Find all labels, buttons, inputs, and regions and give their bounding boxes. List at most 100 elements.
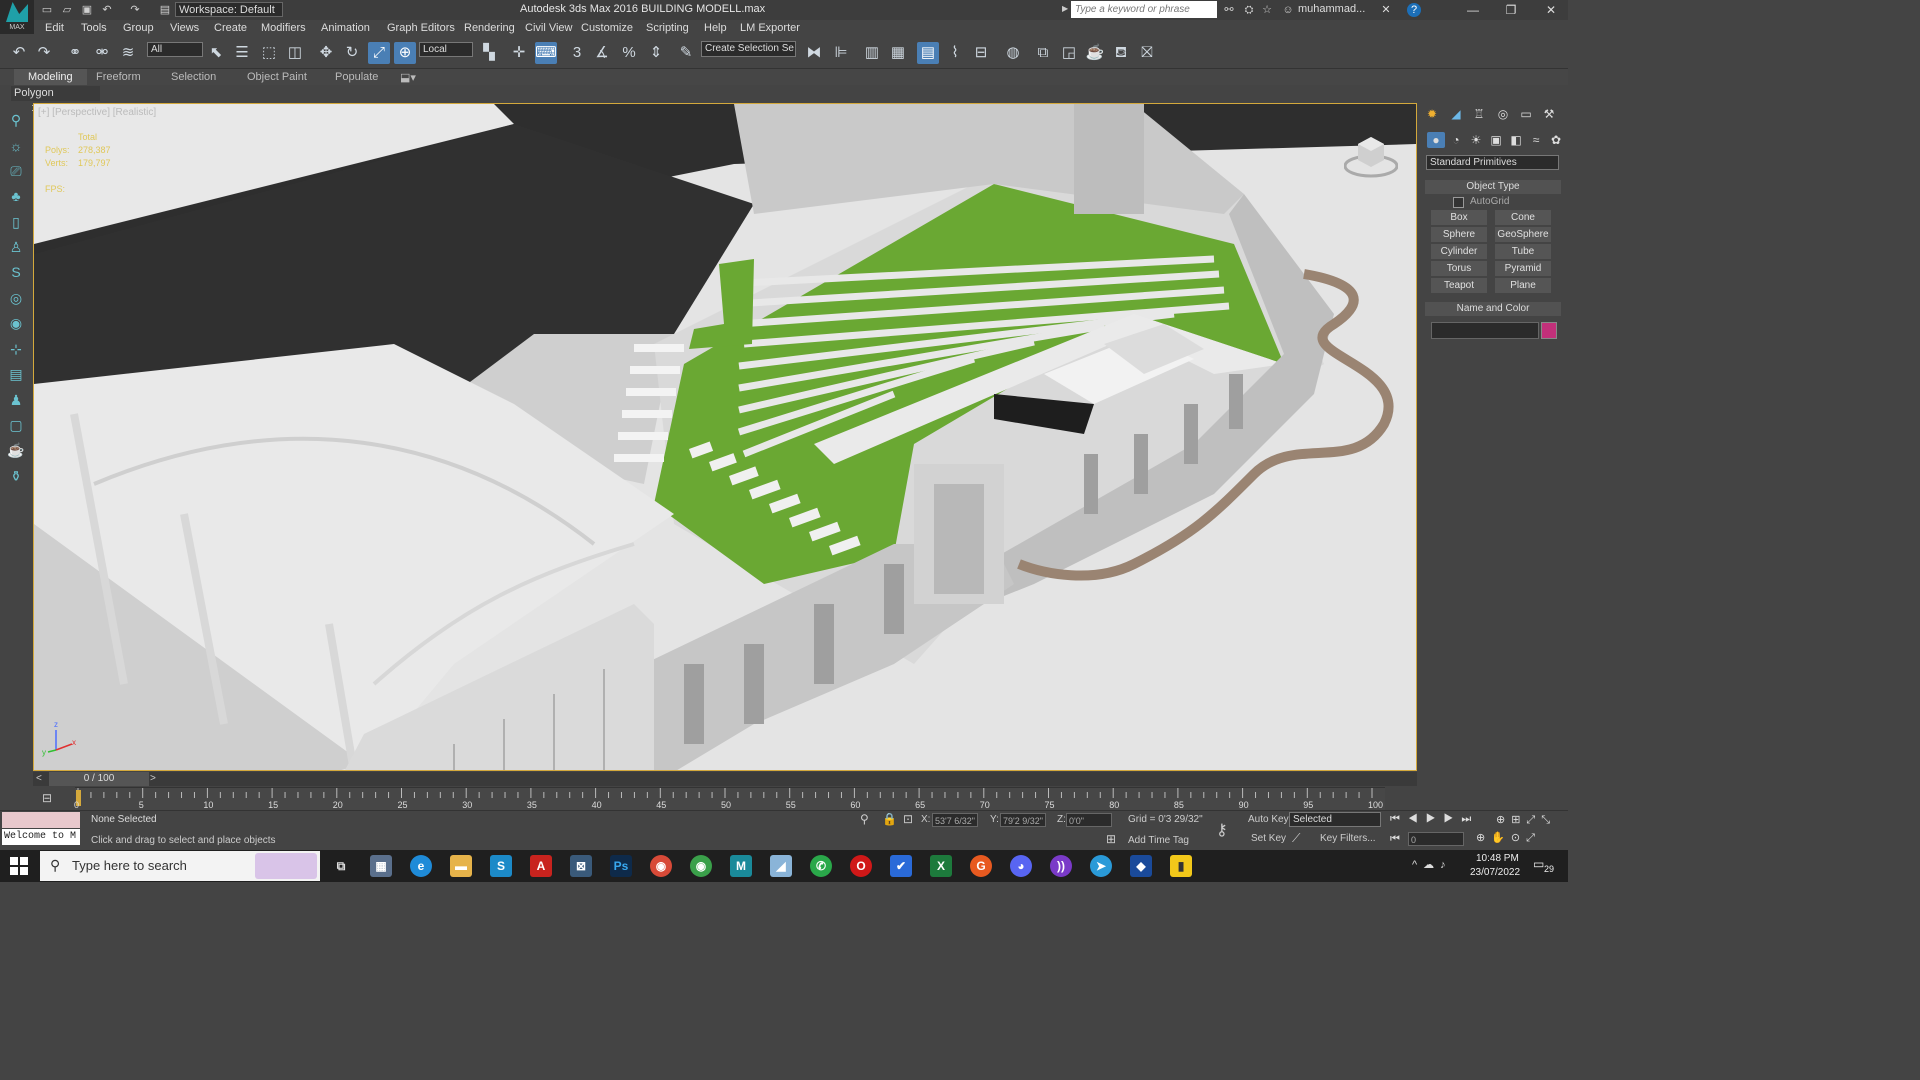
time-tag-icon[interactable]: ⊞ bbox=[1106, 832, 1116, 846]
search-expand-icon[interactable]: ▶ bbox=[1062, 4, 1068, 13]
workspace-dropdown[interactable]: Workspace: Default bbox=[175, 2, 283, 17]
pivot-center-icon[interactable]: ▚ bbox=[478, 42, 500, 64]
sun-light-icon[interactable]: ☼ bbox=[5, 136, 27, 156]
key-filters-button[interactable]: Key Filters... bbox=[1320, 833, 1376, 844]
menu-rendering[interactable]: Rendering bbox=[464, 22, 515, 34]
light-bulb-icon[interactable]: ⚲ bbox=[5, 110, 27, 130]
select-object-icon[interactable]: ⬉ bbox=[205, 42, 227, 64]
cylinder-button[interactable]: Cylinder bbox=[1431, 244, 1487, 259]
manipulate-icon[interactable]: ✛ bbox=[508, 42, 530, 64]
calculator-icon[interactable]: ▦ bbox=[370, 855, 392, 877]
undo-icon[interactable]: ↶ bbox=[8, 42, 30, 64]
exchange-icon[interactable]: ✕ bbox=[1379, 3, 1393, 17]
opera-icon[interactable]: O bbox=[850, 855, 872, 877]
curve-editor-icon[interactable]: ⌇ bbox=[944, 42, 966, 64]
helpers-icon[interactable]: ◧ bbox=[1507, 132, 1525, 148]
sphere-button[interactable]: Sphere bbox=[1431, 227, 1487, 242]
open-file-icon[interactable]: ▱ bbox=[60, 3, 74, 17]
plane-button[interactable]: Plane bbox=[1495, 278, 1551, 293]
modify-tab-icon[interactable]: ◢ bbox=[1447, 106, 1465, 122]
viewport-nav-icons[interactable]: ⊕✋⊙⤢ bbox=[1476, 831, 1541, 845]
named-selection-sets-dropdown[interactable]: Create Selection Se bbox=[701, 41, 796, 57]
hierarchy-tab-icon[interactable]: ♖ bbox=[1470, 106, 1488, 122]
whatsapp-icon[interactable]: ✆ bbox=[810, 855, 832, 877]
time-next-icon[interactable]: > bbox=[150, 773, 156, 784]
sticky-notes-icon[interactable]: ▮ bbox=[1170, 855, 1192, 877]
file-explorer-icon[interactable]: ▬ bbox=[450, 855, 472, 877]
geometry-icon[interactable]: ● bbox=[1427, 132, 1445, 148]
menu-group[interactable]: Group bbox=[123, 22, 154, 34]
reference-coord-dropdown[interactable]: Local bbox=[419, 42, 473, 57]
set-key-button[interactable]: Set Key bbox=[1251, 833, 1286, 844]
telegram-icon[interactable]: ➤ bbox=[1090, 855, 1112, 877]
undo-quick-icon[interactable]: ↶ bbox=[100, 3, 114, 17]
grammarly-icon[interactable]: G bbox=[970, 855, 992, 877]
render-setup-icon[interactable]: ⧉ bbox=[1032, 42, 1054, 64]
user-account-name[interactable]: muhammad... bbox=[1298, 3, 1365, 15]
menu-customize[interactable]: Customize bbox=[581, 22, 633, 34]
chrome-profile-icon[interactable]: ◉ bbox=[690, 855, 712, 877]
redo-quick-icon[interactable]: ↷ bbox=[128, 3, 142, 17]
save-file-icon[interactable]: ▣ bbox=[80, 3, 94, 17]
lights-icon[interactable]: ☀ bbox=[1467, 132, 1485, 148]
cameras-icon[interactable]: ▣ bbox=[1487, 132, 1505, 148]
torus-button[interactable]: Torus bbox=[1431, 261, 1487, 276]
align-icon[interactable]: ⊫ bbox=[830, 42, 852, 64]
time-prev-icon[interactable]: < bbox=[36, 773, 42, 784]
tube-button[interactable]: Tube bbox=[1495, 244, 1551, 259]
close-window-button[interactable]: ✕ bbox=[1528, 0, 1574, 20]
object-name-input[interactable] bbox=[1431, 322, 1539, 339]
playback-controls-icon[interactable]: ⏮◀▶▶⏭ bbox=[1390, 813, 1479, 826]
mini-curve-editor-icon[interactable]: ⊟ bbox=[42, 791, 52, 805]
teapot-button[interactable]: Teapot bbox=[1431, 278, 1487, 293]
menu-modifiers[interactable]: Modifiers bbox=[261, 22, 306, 34]
perspective-viewport[interactable]: [+] [Perspective] [Realistic] Total Poly… bbox=[33, 103, 1417, 771]
menu-animation[interactable]: Animation bbox=[321, 22, 370, 34]
communication-center-icon[interactable]: ⛭ bbox=[1242, 3, 1256, 17]
tab-freeform[interactable]: Freeform bbox=[96, 71, 141, 83]
help-button[interactable]: ? bbox=[1407, 3, 1421, 17]
selection-filter-dropdown[interactable]: All bbox=[147, 42, 203, 57]
shield-app-icon[interactable]: ◆ bbox=[1130, 855, 1152, 877]
tab-modeling[interactable]: Modeling bbox=[14, 69, 87, 85]
add-time-tag[interactable]: Add Time Tag bbox=[1128, 835, 1189, 846]
maxscript-listener-pink[interactable] bbox=[2, 812, 80, 828]
menu-edit[interactable]: Edit bbox=[45, 22, 64, 34]
menu-views[interactable]: Views bbox=[170, 22, 199, 34]
discord-icon[interactable]: ◕ bbox=[1010, 855, 1032, 877]
window-icon[interactable]: ▢ bbox=[5, 415, 27, 435]
orbit-icon[interactable]: ◎ bbox=[5, 288, 27, 308]
menu-help[interactable]: Help bbox=[704, 22, 727, 34]
space-warps-icon[interactable]: ≈ bbox=[1527, 132, 1545, 148]
polygon-modeling-panel[interactable]: Polygon Modeling bbox=[11, 86, 100, 114]
isolate-selection-icon[interactable]: ⚲ bbox=[860, 812, 869, 826]
menu-graph-editors[interactable]: Graph Editors bbox=[387, 22, 455, 34]
excel-icon[interactable]: X bbox=[930, 855, 952, 877]
sphere-icon[interactable]: ◉ bbox=[5, 313, 27, 333]
rectangular-selection-icon[interactable]: ⬚ bbox=[258, 42, 280, 64]
link-icon[interactable]: ⚭ bbox=[64, 42, 86, 64]
primitive-category-dropdown[interactable]: Standard Primitives bbox=[1426, 155, 1559, 170]
cone-button[interactable]: Cone bbox=[1495, 210, 1551, 225]
time-slider[interactable] bbox=[33, 772, 1417, 786]
clock-date[interactable]: 23/07/2022 bbox=[1470, 867, 1520, 878]
tab-populate[interactable]: Populate bbox=[335, 71, 378, 83]
auto-key-mode-dropdown[interactable]: Selected bbox=[1289, 812, 1381, 827]
name-color-rollout[interactable]: Name and Color bbox=[1425, 302, 1561, 316]
select-and-place-icon[interactable]: ⊕ bbox=[394, 42, 416, 64]
box-button[interactable]: Box bbox=[1431, 210, 1487, 225]
coord-x-field[interactable]: 53'7 6/32" bbox=[932, 813, 978, 827]
teapot-icon[interactable]: ☕ bbox=[5, 440, 27, 460]
revit-icon[interactable]: ⊠ bbox=[570, 855, 592, 877]
edge-icon[interactable]: e bbox=[410, 855, 432, 877]
autogrid-checkbox[interactable] bbox=[1453, 197, 1464, 208]
scale-icon[interactable]: ⤢ bbox=[368, 42, 390, 64]
panel-icon[interactable]: ▤ bbox=[5, 364, 27, 384]
display-tab-icon[interactable]: ▭ bbox=[1517, 106, 1535, 122]
binoculars-icon[interactable]: ⚯ bbox=[1222, 3, 1236, 17]
clock-time[interactable]: 10:48 PM bbox=[1476, 853, 1519, 864]
windows-start-icon[interactable] bbox=[10, 857, 28, 875]
go-to-start-icon[interactable]: ⏮ bbox=[1390, 833, 1400, 846]
3dsmax-taskbar-icon[interactable]: M bbox=[730, 855, 752, 877]
scene-explorer-icon[interactable]: ▤ bbox=[917, 42, 939, 64]
